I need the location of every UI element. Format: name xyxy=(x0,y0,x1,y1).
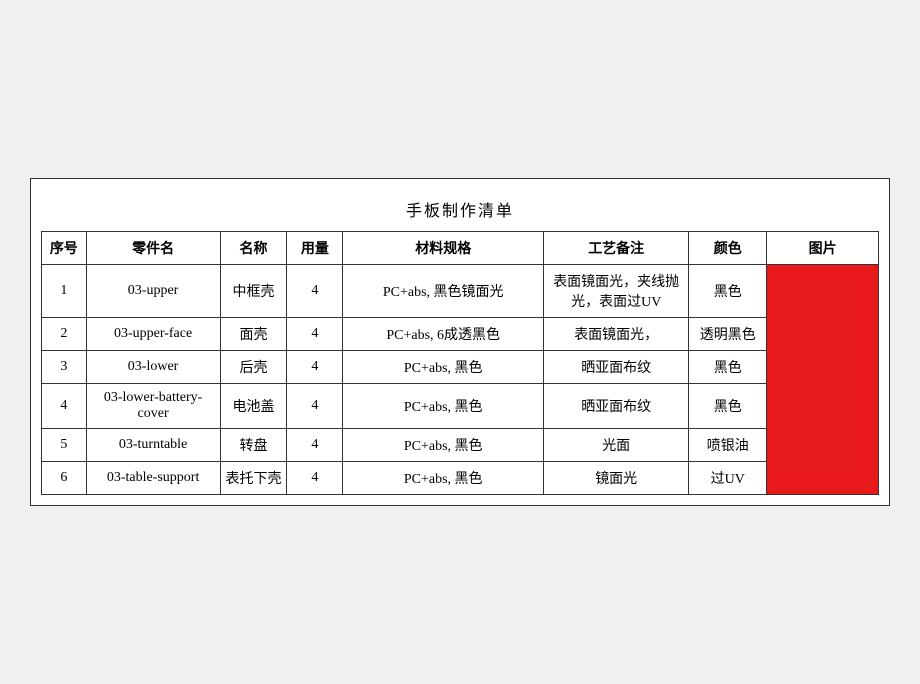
header-color: 颜色 xyxy=(689,232,767,265)
cell-seq: 1 xyxy=(42,265,87,318)
parts-table: 序号 零件名 名称 用量 材料规格 工艺备注 颜色 图片 103-upper中框… xyxy=(41,231,879,495)
cell-qty: 4 xyxy=(287,351,343,384)
cell-qty: 4 xyxy=(287,429,343,462)
cell-process: 晒亚面布纹 xyxy=(544,384,689,429)
cell-seq: 4 xyxy=(42,384,87,429)
table-row: 403-lower-battery-cover电池盖4PC+abs, 黑色晒亚面… xyxy=(42,384,879,429)
table-row: 203-upper-face面壳4PC+abs, 6成透黑色表面镜面光，透明黑色 xyxy=(42,318,879,351)
cell-name: 后壳 xyxy=(220,351,287,384)
cell-qty: 4 xyxy=(287,384,343,429)
cell-seq: 6 xyxy=(42,462,87,495)
cell-qty: 4 xyxy=(287,462,343,495)
cell-qty: 4 xyxy=(287,318,343,351)
cell-spec: PC+abs, 黑色 xyxy=(343,384,544,429)
cell-process: 表面镜面光，夹线抛光，表面过UV xyxy=(544,265,689,318)
header-name: 名称 xyxy=(220,232,287,265)
cell-name: 表托下壳 xyxy=(220,462,287,495)
header-part-code: 零件名 xyxy=(86,232,220,265)
header-seq: 序号 xyxy=(42,232,87,265)
cell-spec: PC+abs, 黑色 xyxy=(343,462,544,495)
table-row: 103-upper中框壳4PC+abs, 黑色镜面光表面镜面光，夹线抛光，表面过… xyxy=(42,265,879,318)
table-title: 手板制作清单 xyxy=(41,189,879,231)
cell-color: 透明黑色 xyxy=(689,318,767,351)
cell-name: 面壳 xyxy=(220,318,287,351)
table-row: 603-table-support表托下壳4PC+abs, 黑色镜面光过UV xyxy=(42,462,879,495)
header-qty: 用量 xyxy=(287,232,343,265)
cell-part-code: 03-lower xyxy=(86,351,220,384)
cell-color: 黑色 xyxy=(689,351,767,384)
cell-spec: PC+abs, 黑色镜面光 xyxy=(343,265,544,318)
cell-process: 晒亚面布纹 xyxy=(544,351,689,384)
cell-name: 中框壳 xyxy=(220,265,287,318)
cell-part-code: 03-lower-battery-cover xyxy=(86,384,220,429)
cell-name: 转盘 xyxy=(220,429,287,462)
cell-spec: PC+abs, 6成透黑色 xyxy=(343,318,544,351)
cell-spec: PC+abs, 黑色 xyxy=(343,429,544,462)
main-container: 手板制作清单 序号 零件名 名称 用量 材料规格 工艺备注 颜色 图片 xyxy=(30,178,890,506)
cell-part-code: 03-upper-face xyxy=(86,318,220,351)
header-process: 工艺备注 xyxy=(544,232,689,265)
cell-process: 镜面光 xyxy=(544,462,689,495)
cell-name: 电池盖 xyxy=(220,384,287,429)
cell-part-code: 03-turntable xyxy=(86,429,220,462)
header-image: 图片 xyxy=(767,232,879,265)
table-row: 303-lower后壳4PC+abs, 黑色晒亚面布纹黑色 xyxy=(42,351,879,384)
header-spec: 材料规格 xyxy=(343,232,544,265)
cell-process: 光面 xyxy=(544,429,689,462)
cell-color: 过UV xyxy=(689,462,767,495)
cell-color: 黑色 xyxy=(689,265,767,318)
cell-color: 黑色 xyxy=(689,384,767,429)
cell-image xyxy=(767,265,879,495)
cell-color: 喷银油 xyxy=(689,429,767,462)
cell-part-code: 03-upper xyxy=(86,265,220,318)
cell-part-code: 03-table-support xyxy=(86,462,220,495)
cell-seq: 3 xyxy=(42,351,87,384)
table-row: 503-turntable转盘4PC+abs, 黑色光面喷银油 xyxy=(42,429,879,462)
cell-qty: 4 xyxy=(287,265,343,318)
cell-spec: PC+abs, 黑色 xyxy=(343,351,544,384)
cell-seq: 5 xyxy=(42,429,87,462)
cell-seq: 2 xyxy=(42,318,87,351)
cell-process: 表面镜面光， xyxy=(544,318,689,351)
